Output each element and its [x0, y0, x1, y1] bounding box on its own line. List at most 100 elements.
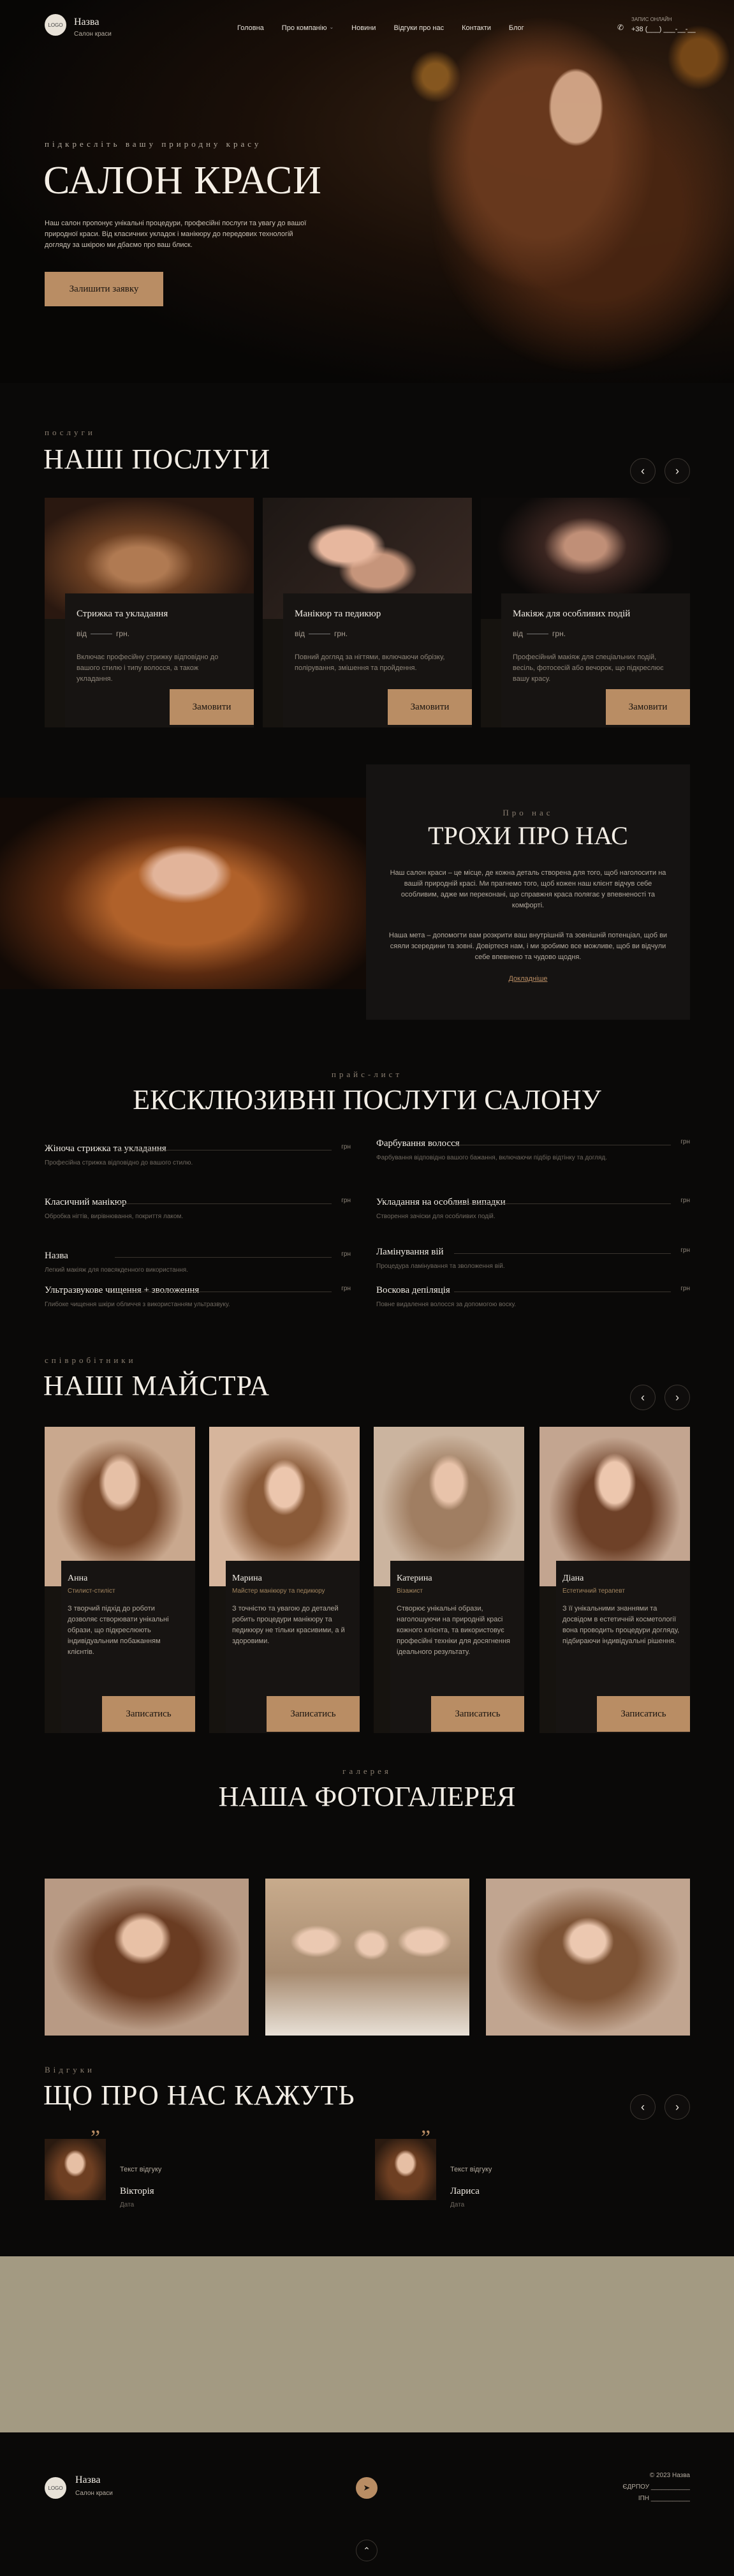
service-order-button[interactable]: Замовити: [606, 689, 690, 725]
master-name: Катерина: [397, 1574, 432, 1583]
price-item: Воскова депіляція Повне видалення волосся…: [376, 1285, 690, 1308]
price-currency: грн.: [334, 629, 348, 638]
site-header: LOGO Назва Салон краси Головна Про компа…: [0, 0, 734, 51]
service-card: Манікюр та педикюр від грн. Повний догляд…: [263, 498, 472, 727]
chevron-left-icon: ‹: [641, 1390, 645, 1404]
masters-next-button[interactable]: ›: [664, 1385, 690, 1410]
price-item-value: грн: [680, 1197, 690, 1204]
price-item-desc: Легкий макіяж для повсякденного використ…: [45, 1267, 188, 1274]
master-bio: З творчий підхід до роботи дозволяє ство…: [68, 1605, 169, 1656]
chevron-right-icon: ›: [675, 1390, 679, 1404]
price-item-name: Воскова депіляція: [376, 1285, 450, 1295]
service-order-button[interactable]: Замовити: [388, 689, 472, 725]
chevron-left-icon: ‹: [641, 464, 645, 477]
hero-request-button[interactable]: Залишити заявку: [45, 272, 163, 306]
main-nav: Головна Про компанію ⌄ Новини Відгуки пр…: [237, 24, 524, 32]
services-prev-button[interactable]: ‹: [630, 458, 656, 484]
contact-phone[interactable]: +38 (___) ___-__-__: [631, 26, 696, 33]
price-item-value: грн: [680, 1247, 690, 1254]
service-card: Стрижка та укладання від грн. Включає про…: [45, 498, 254, 727]
nav-contacts[interactable]: Контакти: [462, 24, 491, 32]
price-item-desc: Фарбування відповідно вашого бажання, вк…: [376, 1154, 608, 1161]
about-title: ТРОХИ ПРО НАС: [428, 821, 628, 850]
service-title: Макіяж для особливих подій: [513, 609, 631, 619]
about-paragraph-1: Наш салон краси – це місце, де кожна дет…: [390, 869, 666, 909]
hero-kicker: підкресліть вашу природну красу: [45, 139, 262, 149]
price-item-value: грн: [680, 1285, 690, 1292]
chevron-down-icon[interactable]: ⌄: [329, 24, 334, 32]
nav-home[interactable]: Головна: [237, 24, 264, 32]
footer-brand-name: Назва: [75, 2475, 101, 2485]
price-item-name: Ультразвукове чищення + зволоження: [45, 1285, 200, 1295]
masters-kicker: співробітники: [45, 1355, 136, 1365]
price-item-desc: Повне видалення волосся за допомогою вос…: [376, 1301, 517, 1308]
logo-text: LOGO: [48, 22, 63, 28]
gallery-photo[interactable]: [486, 1879, 690, 2036]
review-author: Лариса: [450, 2186, 480, 2196]
price-item: Укладання на особливі випадки Створення з…: [376, 1197, 690, 1220]
price-item: Ультразвукове чищення + зволоження Глибок…: [45, 1285, 351, 1308]
services-next-button[interactable]: ›: [664, 458, 690, 484]
price-item-desc: Процедура ламінування та зволоження вій.: [376, 1263, 505, 1270]
footer-logo[interactable]: LOGO: [45, 2477, 66, 2499]
nav-blog[interactable]: Блог: [509, 24, 524, 32]
master-signup-button[interactable]: Записатись: [597, 1696, 690, 1732]
contact-label: ЗАПИС ОНЛАЙН: [631, 17, 672, 22]
about-more-link[interactable]: Докладніше: [366, 975, 690, 983]
price-item: Фарбування волосся Фарбування відповідно …: [376, 1138, 690, 1161]
reviews-prev-button[interactable]: ‹: [630, 2094, 656, 2120]
footer-edrpou: ЄДРПОУ ___________: [622, 2483, 690, 2490]
service-card-body: Стрижка та укладання від грн. Включає про…: [65, 593, 254, 727]
masters-prev-button[interactable]: ‹: [630, 1385, 656, 1410]
price-item-desc: Створення зачіски для особливих подій.: [376, 1213, 495, 1220]
service-order-button[interactable]: Замовити: [170, 689, 254, 725]
price-item-name: Фарбування волосся: [376, 1138, 460, 1149]
nav-about-company[interactable]: Про компанію: [282, 24, 327, 32]
brand-sub: Салон краси: [74, 31, 112, 38]
price-item-value: грн: [680, 1138, 690, 1145]
gallery-photo[interactable]: [45, 1879, 249, 2036]
brand-name: Назва: [74, 17, 99, 27]
master-bio: З точністю та увагою до деталей робить п…: [232, 1605, 345, 1645]
quote-icon: ”: [91, 2126, 101, 2150]
master-role: Візажист: [397, 1588, 423, 1595]
chevron-right-icon: ›: [675, 464, 679, 477]
telegram-button[interactable]: ➤: [356, 2477, 378, 2499]
service-price: від грн.: [295, 629, 348, 638]
review-text: Текст відгуку: [450, 2166, 492, 2173]
nav-news[interactable]: Новини: [351, 24, 376, 32]
chevron-left-icon: ‹: [641, 2100, 645, 2113]
master-card: Діана Естетичний терапевт З її унікальни…: [539, 1427, 690, 1733]
services-title: НАШІ ПОСЛУГИ: [43, 443, 271, 475]
map-placeholder: [0, 2256, 734, 2432]
master-signup-button[interactable]: Записатись: [102, 1696, 195, 1732]
service-title: Стрижка та укладання: [77, 609, 168, 619]
master-bio: З її унікальними знаннями та досвідом в …: [562, 1605, 680, 1645]
hero-section: підкресліть вашу природну красу САЛОН КР…: [0, 0, 734, 383]
master-signup-button[interactable]: Записатись: [267, 1696, 360, 1732]
masters-title: НАШІ МАЙСТРА: [43, 1370, 270, 1401]
service-desc: Повний догляд за нігтями, включаючи обрі…: [295, 653, 445, 672]
chevron-up-icon: ⌃: [363, 2545, 371, 2556]
nav-reviews[interactable]: Відгуки про нас: [393, 24, 444, 32]
footer-brand-sub: Салон краси: [75, 2490, 113, 2497]
service-price: від грн.: [513, 629, 566, 638]
scroll-top-button[interactable]: ⌃: [356, 2540, 378, 2561]
about-photo: [0, 798, 370, 989]
service-price: від грн.: [77, 629, 129, 638]
reviews-next-button[interactable]: ›: [664, 2094, 690, 2120]
review-author: Вікторія: [120, 2186, 154, 2196]
price-item-value: грн: [341, 1143, 351, 1150]
master-card: Марина Майстер манікюру та педикюру З то…: [209, 1427, 360, 1733]
reviews-kicker: Відгуки: [45, 2065, 96, 2074]
master-name: Анна: [68, 1574, 88, 1583]
master-signup-button[interactable]: Записатись: [431, 1696, 524, 1732]
master-card: Катерина Візажист Створює унікальні обра…: [374, 1427, 524, 1733]
footer-copyright: © 2023 Назва: [649, 2472, 690, 2479]
quote-icon: ”: [421, 2126, 431, 2150]
price-item-name: Назва: [45, 1251, 68, 1261]
logo[interactable]: LOGO: [45, 14, 66, 36]
chevron-right-icon: ›: [675, 2100, 679, 2113]
gallery-photo[interactable]: [265, 1879, 469, 2036]
hero-text: Наш салон пропонує унікальні процедури, …: [45, 220, 307, 249]
